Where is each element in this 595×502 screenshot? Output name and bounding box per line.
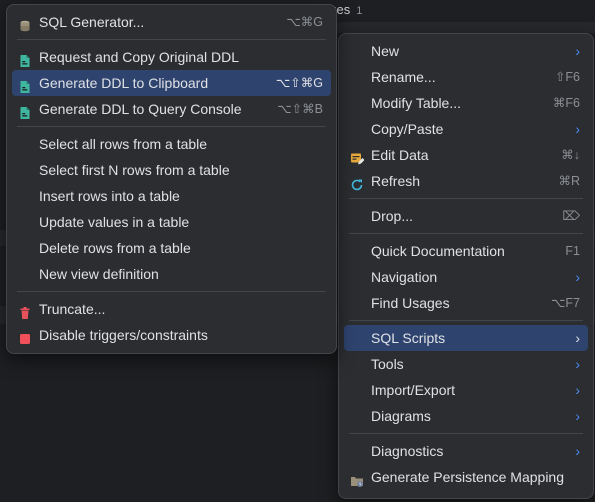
menu-item-select-all-rows-from-a-table[interactable]: Select all rows from a table — [12, 131, 331, 157]
menu-item-label: New — [371, 43, 400, 59]
menu-item-label: SQL Scripts — [371, 330, 446, 346]
sql-scripts-submenu: SQL Generator... ⌥⌘G Request and Copy Orig… — [6, 4, 337, 354]
keyboard-shortcut: ⌘F6 — [552, 96, 580, 110]
menu-item-truncate[interactable]: Truncate... — [12, 296, 331, 322]
menu-item-new[interactable]: New › — [344, 38, 588, 64]
menu-item-label: Insert rows into a table — [39, 188, 180, 204]
refresh-icon — [350, 174, 364, 191]
keyboard-shortcut: ⌥F7 — [551, 296, 580, 310]
menu-separator — [17, 39, 326, 40]
menu-item-insert-rows-into-a-table[interactable]: Insert rows into a table — [12, 183, 331, 209]
menu-item-label: Generate DDL to Query Console — [39, 101, 242, 117]
ddl-file-icon — [18, 102, 32, 119]
keyboard-shortcut: ⌦ — [562, 209, 580, 223]
chevron-right-icon: › — [575, 443, 580, 459]
keyboard-shortcut: ⌥⌘G — [286, 15, 323, 29]
menu-item-label: Drop... — [371, 208, 414, 224]
menu-item-label: Quick Documentation — [371, 243, 505, 259]
menu-item-import-export[interactable]: Import/Export › — [344, 377, 588, 403]
menu-item-label: Update values in a table — [39, 214, 190, 230]
edit-data-icon — [350, 148, 365, 165]
menu-item-disable-triggers-constraints[interactable]: Disable triggers/constraints — [12, 322, 331, 348]
menu-item-update-values-in-a-table[interactable]: Update values in a table — [12, 209, 331, 235]
menu-item-label: Diagrams — [371, 408, 431, 424]
menu-item-quick-documentation[interactable]: Quick Documentation F1 — [344, 238, 588, 264]
menu-item-label: Delete rows from a table — [39, 240, 191, 256]
menu-item-label: Select all rows from a table — [39, 136, 208, 152]
keyboard-shortcut: ⌘R — [558, 174, 580, 188]
menu-item-tools[interactable]: Tools › — [344, 351, 588, 377]
menu-item-label: Truncate... — [39, 301, 106, 317]
menu-item-label: Diagnostics — [371, 443, 444, 459]
chevron-right-icon: › — [575, 121, 580, 137]
menu-item-label: Rename... — [371, 69, 436, 85]
menu-item-label: Modify Table... — [371, 95, 462, 111]
menu-separator — [349, 233, 583, 234]
menu-item-select-first-n-rows-from-a-table[interactable]: Select first N rows from a table — [12, 157, 331, 183]
menu-item-label: Find Usages — [371, 295, 450, 311]
ddl-file-icon — [18, 76, 32, 93]
chevron-right-icon: › — [575, 356, 580, 372]
persistence-mapping-icon — [350, 470, 364, 487]
trash-icon — [18, 302, 32, 319]
keyboard-shortcut: ⇧F6 — [554, 70, 580, 84]
menu-item-label: Navigation — [371, 269, 438, 285]
menu-separator — [17, 126, 326, 127]
background-tab-count: 1 — [356, 5, 363, 17]
menu-item-request-and-copy-original-ddl[interactable]: Request and Copy Original DDL — [12, 44, 331, 70]
menu-item-rename[interactable]: Rename... ⇧F6 — [344, 64, 588, 90]
keyboard-shortcut: F1 — [565, 244, 580, 258]
background-row-strip — [330, 22, 595, 33]
menu-item-label: Import/Export — [371, 382, 456, 398]
menu-item-label: Select first N rows from a table — [39, 162, 230, 178]
keyboard-shortcut: ⌘↓ — [561, 148, 580, 162]
menu-item-delete-rows-from-a-table[interactable]: Delete rows from a table — [12, 235, 331, 261]
menu-item-generate-ddl-to-query-console[interactable]: Generate DDL to Query Console ⌥⇧⌘B — [12, 96, 331, 122]
chevron-right-icon: › — [575, 382, 580, 398]
chevron-right-icon: › — [575, 408, 580, 424]
chevron-right-icon: › — [575, 269, 580, 285]
menu-item-drop[interactable]: Drop... ⌦ — [344, 203, 588, 229]
menu-item-navigation[interactable]: Navigation › — [344, 264, 588, 290]
chevron-right-icon: › — [575, 43, 580, 59]
menu-separator — [17, 291, 326, 292]
stop-square-icon — [18, 328, 32, 344]
menu-item-label: Generate DDL to Clipboard — [39, 75, 209, 91]
menu-item-label: Request and Copy Original DDL — [39, 49, 239, 65]
menu-separator — [349, 433, 583, 434]
menu-item-sql-generator[interactable]: SQL Generator... ⌥⌘G — [12, 9, 331, 35]
menu-separator — [349, 320, 583, 321]
context-menu: New › Rename... ⇧F6 Modify Table... ⌘F6 Copy/P… — [338, 33, 594, 499]
chevron-right-icon: › — [575, 330, 580, 346]
ddl-file-icon — [18, 50, 32, 67]
menu-item-copy-paste[interactable]: Copy/Paste › — [344, 116, 588, 142]
menu-item-diagnostics[interactable]: Diagnostics › — [344, 438, 588, 464]
menu-separator — [349, 198, 583, 199]
menu-item-label: Disable triggers/constraints — [39, 327, 208, 343]
menu-item-diagrams[interactable]: Diagrams › — [344, 403, 588, 429]
menu-item-generate-persistence-mapping[interactable]: Generate Persistence Mapping — [344, 464, 588, 490]
keyboard-shortcut: ⌥⇧⌘G — [275, 76, 323, 90]
database-stack-icon — [18, 15, 32, 32]
menu-item-generate-ddl-to-clipboard[interactable]: Generate DDL to Clipboard ⌥⇧⌘G — [12, 70, 331, 96]
menu-item-refresh[interactable]: Refresh ⌘R — [344, 168, 588, 194]
menu-item-label: SQL Generator... — [39, 14, 145, 30]
menu-item-find-usages[interactable]: Find Usages ⌥F7 — [344, 290, 588, 316]
keyboard-shortcut: ⌥⇧⌘B — [277, 102, 323, 116]
menu-item-edit-data[interactable]: Edit Data ⌘↓ — [344, 142, 588, 168]
menu-item-label: Edit Data — [371, 147, 429, 163]
menu-item-label: Refresh — [371, 173, 421, 189]
menu-item-label: Copy/Paste — [371, 121, 444, 137]
menu-item-new-view-definition[interactable]: New view definition — [12, 261, 331, 287]
menu-item-sql-scripts[interactable]: SQL Scripts › — [344, 325, 588, 351]
menu-item-modify-table[interactable]: Modify Table... ⌘F6 — [344, 90, 588, 116]
menu-item-label: New view definition — [39, 266, 159, 282]
menu-item-label: Tools — [371, 356, 404, 372]
menu-item-label: Generate Persistence Mapping — [371, 469, 564, 485]
